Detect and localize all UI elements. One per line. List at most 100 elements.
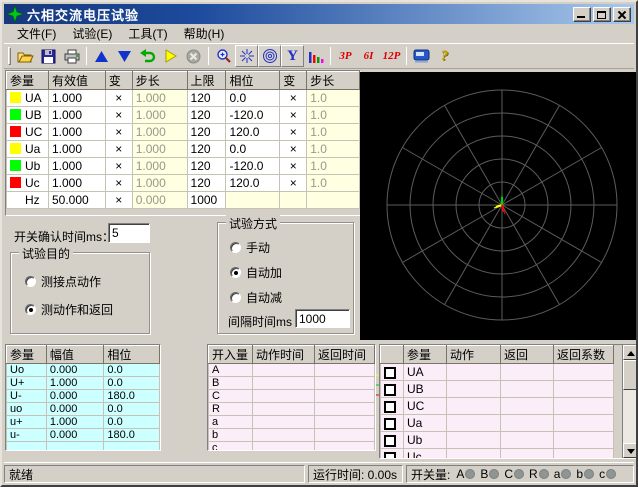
cell[interactable]: 0.000 [132,192,187,209]
circles-view-button[interactable] [258,45,281,67]
vector-view-button[interactable]: Y [281,45,304,67]
cell[interactable]: 1.000 [48,107,105,124]
cell[interactable]: × [105,192,132,209]
cell[interactable]: UA [7,90,49,107]
row-checkbox[interactable] [384,384,396,396]
cell[interactable]: 120.0 [226,124,280,141]
menu-test[interactable]: 试验(E) [65,24,119,43]
open-button[interactable] [14,45,37,67]
cell[interactable]: × [105,175,132,192]
radio-action-return[interactable]: 测动作和返回 [25,301,113,318]
decrease-button[interactable] [113,45,136,67]
print-button[interactable] [60,45,83,67]
cell[interactable]: 1.000 [132,141,187,158]
menu-help[interactable]: 帮助(H) [177,24,232,43]
bar-chart-button[interactable] [304,45,327,67]
cell[interactable]: 1.000 [132,90,187,107]
radio-auto-increase[interactable]: 自动加 [230,264,282,281]
cell[interactable]: 1.000 [48,141,105,158]
cell[interactable]: × [105,158,132,175]
rays-view-button[interactable] [235,45,258,67]
row-checkbox[interactable] [384,401,396,413]
cell[interactable] [280,192,307,209]
cell[interactable]: 1.000 [132,124,187,141]
increase-button[interactable] [90,45,113,67]
cell[interactable]: -120.0 [226,158,280,175]
row-checkbox[interactable] [384,452,396,459]
cell[interactable]: × [105,124,132,141]
cell[interactable]: 120 [187,124,226,141]
cell[interactable]: 1000 [187,192,226,209]
radio-icon[interactable] [25,304,36,315]
mode-12p-button[interactable]: 12P [380,45,403,67]
save-button[interactable] [37,45,60,67]
row-checkbox[interactable] [384,418,396,430]
row-checkbox[interactable] [384,367,396,379]
radio-auto-decrease[interactable]: 自动减 [230,289,282,306]
cell[interactable]: × [105,141,132,158]
cell[interactable]: 120.0 [226,175,280,192]
cell[interactable]: × [105,107,132,124]
help-button[interactable]: ? [433,45,456,67]
cell[interactable]: 1.0 [307,141,360,158]
scroll-up-button[interactable] [623,345,638,360]
cell[interactable]: 1.0 [307,158,360,175]
cell[interactable]: 1.0 [307,175,360,192]
cell[interactable]: 120 [187,175,226,192]
close-button[interactable] [613,7,631,22]
radio-icon[interactable] [230,242,241,253]
cell[interactable]: 1.000 [48,124,105,141]
radio-icon[interactable] [230,267,241,278]
menu-tools[interactable]: 工具(T) [121,24,174,43]
cell[interactable]: -120.0 [226,107,280,124]
cell[interactable]: Uc [7,175,49,192]
scrollbar[interactable] [622,345,638,458]
cell[interactable]: UB [7,107,49,124]
cell[interactable]: 1.000 [48,158,105,175]
cell[interactable]: 120 [187,158,226,175]
radio-icon[interactable] [25,276,36,287]
cell[interactable]: × [280,90,307,107]
scroll-down-button[interactable] [623,443,638,458]
confirm-time-input[interactable] [108,223,150,243]
minimize-button[interactable] [573,7,591,22]
cell[interactable]: 1.0 [307,107,360,124]
radio-icon[interactable] [230,292,241,303]
cell[interactable]: 1.0 [307,124,360,141]
cell[interactable]: × [105,90,132,107]
start-button[interactable] [159,45,182,67]
interval-input[interactable] [295,309,350,328]
cell[interactable]: 50.000 [48,192,105,209]
cell[interactable]: × [280,107,307,124]
mode-3p-button[interactable]: 3P [334,45,357,67]
cell[interactable]: Ua [7,141,49,158]
cell[interactable]: 1.000 [48,90,105,107]
mode-6i-button[interactable]: 6I [357,45,380,67]
cell[interactable] [307,192,360,209]
row-checkbox[interactable] [384,435,396,447]
cell[interactable]: × [280,124,307,141]
cell[interactable]: × [280,141,307,158]
cell[interactable]: Hz [7,192,49,209]
cell[interactable]: 0.0 [226,90,280,107]
device-button[interactable] [410,45,433,67]
scroll-thumb[interactable] [623,360,638,390]
cell[interactable]: × [280,175,307,192]
cell[interactable] [226,192,280,209]
cell[interactable]: 1.000 [48,175,105,192]
radio-contact-action[interactable]: 测接点动作 [25,273,101,290]
cell[interactable]: 120 [187,141,226,158]
cell[interactable]: UC [7,124,49,141]
reset-button[interactable] [136,45,159,67]
maximize-button[interactable] [593,7,611,22]
menu-file[interactable]: 文件(F) [10,24,63,43]
cell[interactable]: × [280,158,307,175]
cell[interactable]: 1.000 [132,107,187,124]
radio-manual[interactable]: 手动 [230,239,270,256]
cell[interactable]: 1.0 [307,90,360,107]
cell[interactable]: 120 [187,107,226,124]
cell[interactable]: 1.000 [132,175,187,192]
cell[interactable]: 0.0 [226,141,280,158]
cell[interactable]: 120 [187,90,226,107]
cell[interactable]: Ub [7,158,49,175]
